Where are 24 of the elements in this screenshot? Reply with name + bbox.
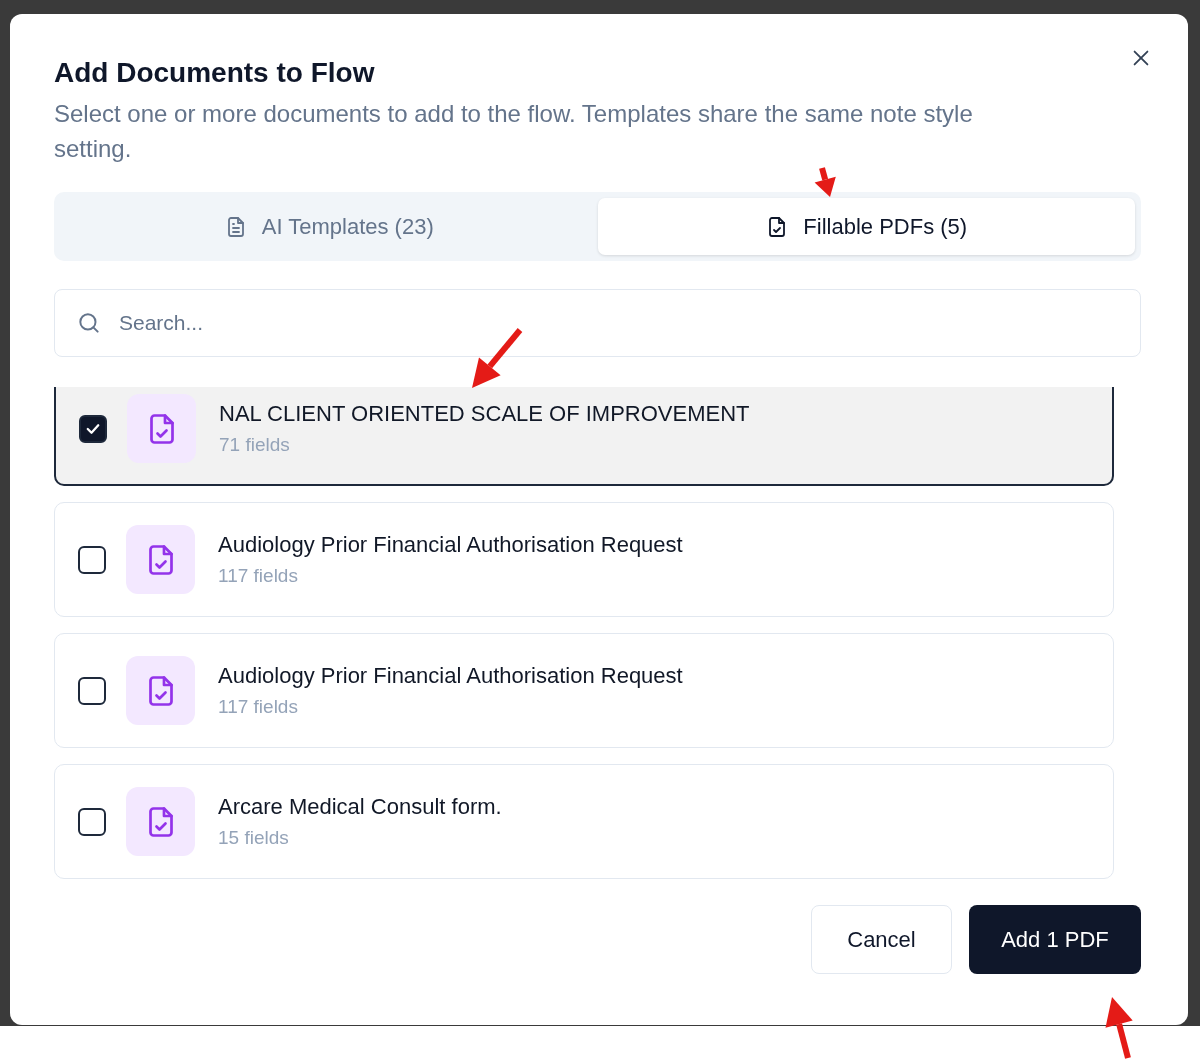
field-count: 117 fields [218,696,299,718]
add-button[interactable]: Add 1 PDF [969,905,1141,974]
document-name: Audiology Prior Financial Authorisation Request [218,663,683,689]
field-count: 71 fields [219,434,291,456]
dialog-title: Add Documents to Flow [54,56,376,90]
document-name: Audiology Prior Financial Authorisation Request [218,532,683,558]
checkbox[interactable] [78,807,106,836]
tab[interactable]: Fillable PDFs (5) [597,198,1135,255]
document-name: Arcare Medical Consult form. [218,794,502,820]
field-count: 15 fields [218,827,290,849]
document-item[interactable]: Audiology Prior Financial Authorisation Request 117 fields [54,633,1114,748]
search-field[interactable]: Search... [54,289,1141,357]
search-icon [76,310,102,336]
tab[interactable]: AI Templates (23) [60,198,598,255]
document-item[interactable]: NAL CLIENT ORIENTED SCALE OF IMPROVEMENT 71 fields [54,387,1114,486]
checkbox[interactable] [78,545,106,574]
document-name: NAL CLIENT ORIENTED SCALE OF IMPROVEMENT [219,401,750,427]
dialog-description: Select one or more documents to add to the flow. Templates share the same note style setting. [54,99,974,164]
document-item[interactable]: Audiology Prior Financial Authorisation Request 117 fields [54,502,1114,617]
checkbox[interactable] [79,414,107,443]
checkbox[interactable] [78,676,106,705]
cancel-button[interactable]: Cancel [811,905,952,974]
document-item[interactable]: Arcare Medical Consult form. 15 fields [54,764,1114,879]
field-count: 117 fields [218,565,299,587]
